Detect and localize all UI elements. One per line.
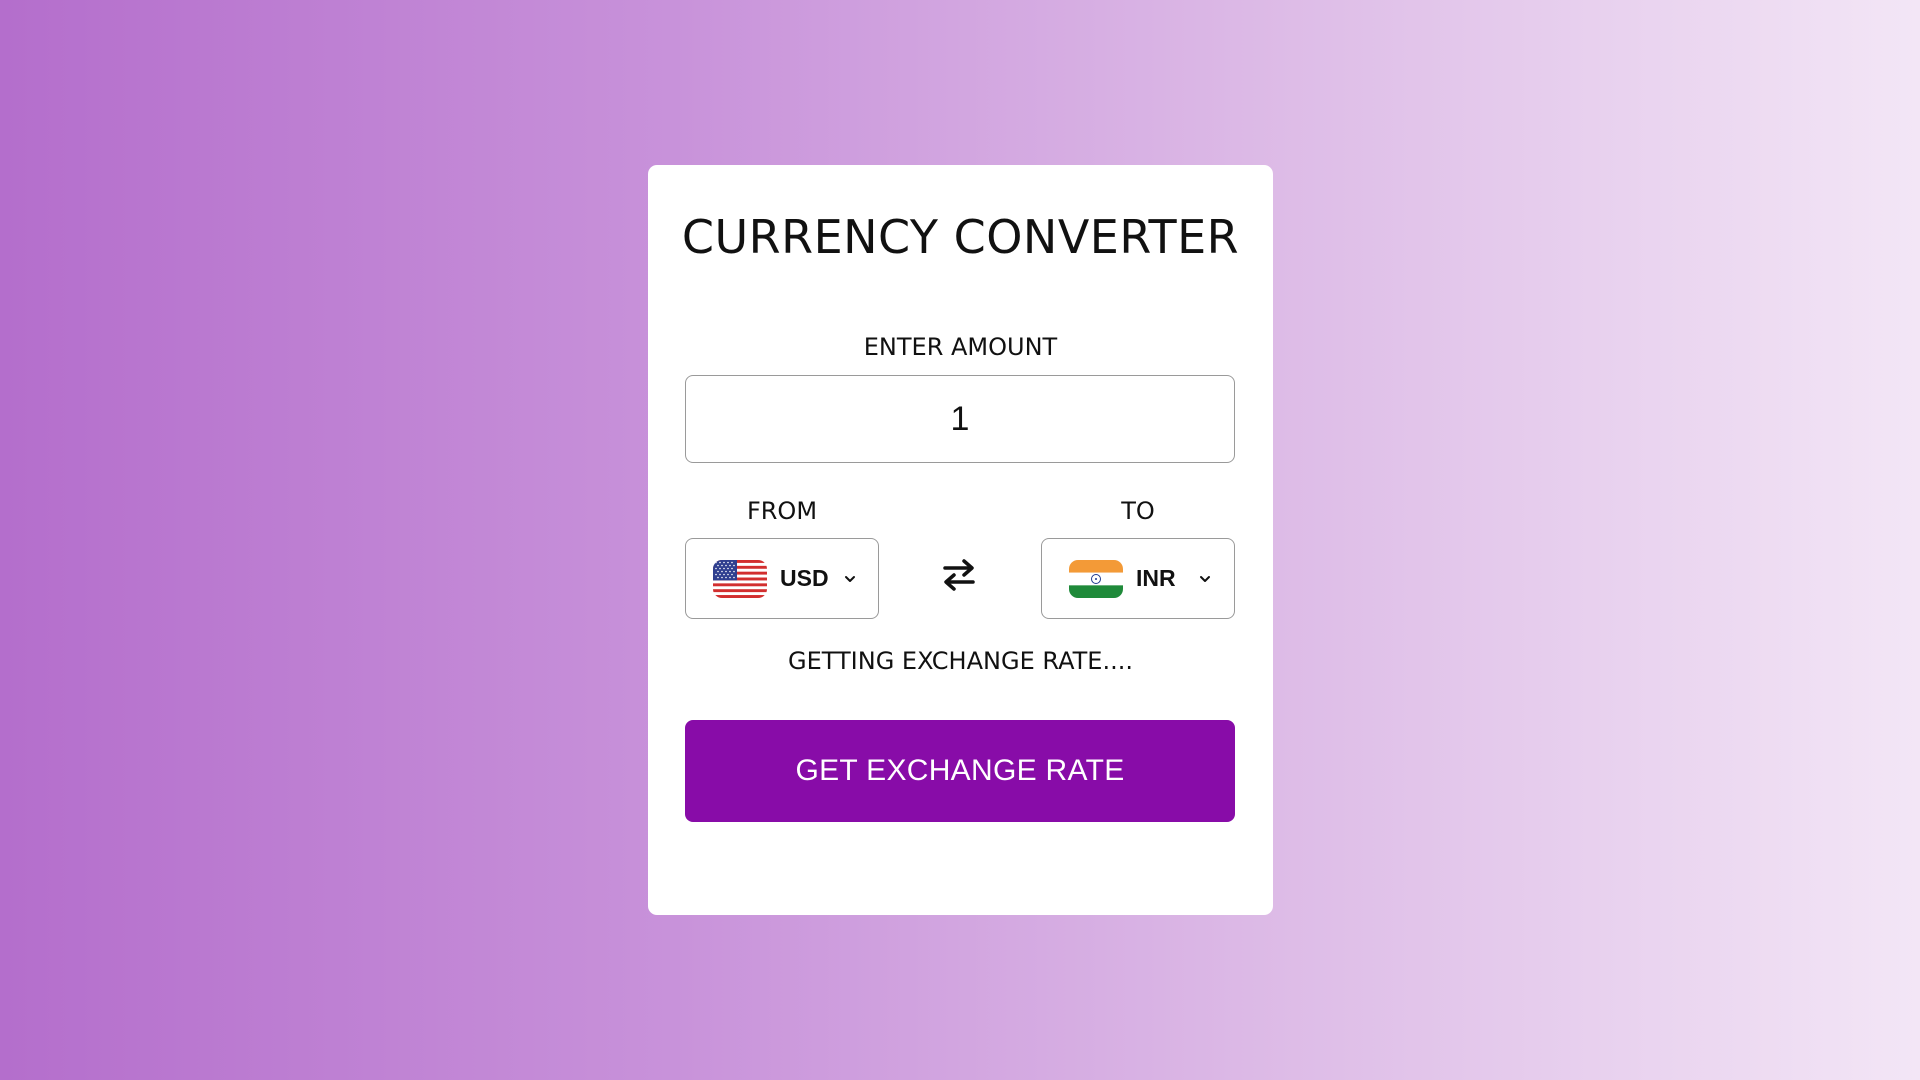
us-flag-icon xyxy=(713,559,767,598)
converter-card: CURRENCY CONVERTER ENTER AMOUNT FROM TO xyxy=(648,165,1273,915)
get-exchange-rate-button[interactable]: GET EXCHANGE RATE xyxy=(685,720,1235,822)
page-title: CURRENCY CONVERTER xyxy=(681,210,1240,264)
amount-input[interactable] xyxy=(685,375,1235,463)
from-label: FROM xyxy=(746,497,818,525)
from-currency-code: USD xyxy=(780,565,829,591)
swap-icon[interactable] xyxy=(939,555,979,595)
chevron-down-icon xyxy=(1199,575,1210,582)
status-message: GETTING EXCHANGE RATE.... xyxy=(788,647,1133,675)
from-currency-select[interactable]: USD xyxy=(685,538,879,619)
to-currency-code: INR xyxy=(1136,565,1176,591)
to-label: TO xyxy=(1121,497,1155,525)
amount-label: ENTER AMOUNT xyxy=(863,333,1058,361)
chevron-down-icon xyxy=(844,575,855,582)
to-currency-select[interactable]: INR xyxy=(1041,538,1235,619)
india-flag-icon xyxy=(1069,559,1123,598)
